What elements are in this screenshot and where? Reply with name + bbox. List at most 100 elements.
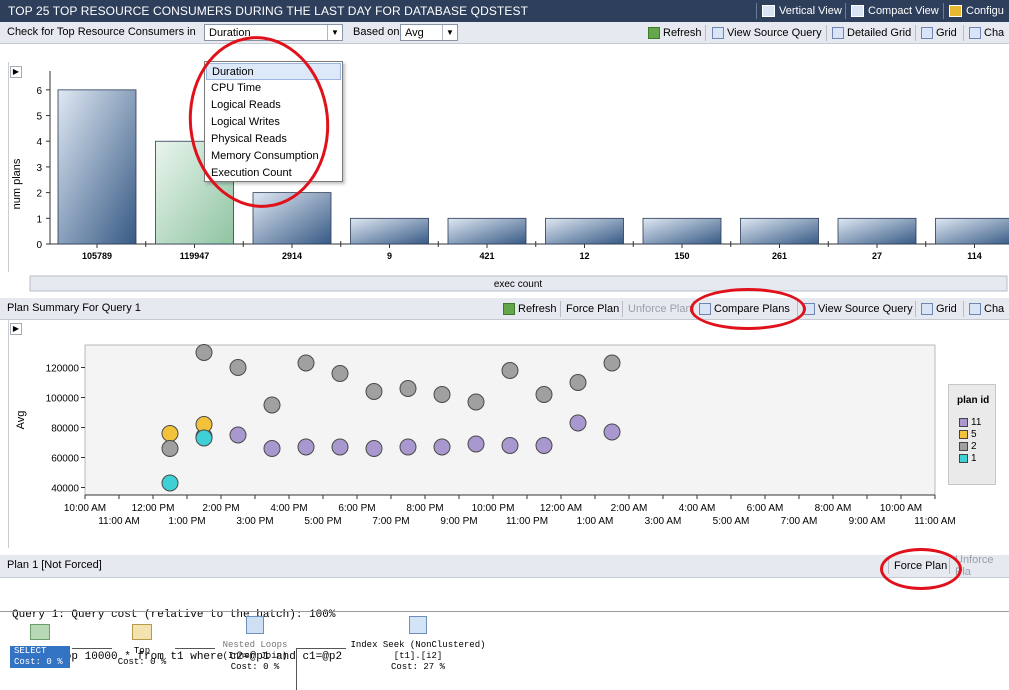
- detailed-grid-button[interactable]: Detailed Grid: [830, 24, 913, 42]
- plan-node-index-seek[interactable]: Index Seek (NonClustered) [t1].[i2] Cost…: [340, 616, 496, 673]
- plan-node-cost: Cost: 0 %: [10, 657, 70, 668]
- legend-item: 5: [959, 429, 977, 440]
- y-tick-label: 0: [36, 240, 42, 251]
- unforce-plan-button[interactable]: Unforce Plan: [626, 300, 694, 318]
- titlebar-separator: [943, 3, 944, 19]
- legend-swatch-1: [959, 454, 968, 463]
- x-tick-label: 2:00 PM: [202, 503, 239, 514]
- plan-node-top[interactable]: Top Cost: 0 %: [112, 624, 172, 668]
- point-plan-11: [365, 440, 383, 457]
- compact-view-label: Compact View: [868, 5, 939, 17]
- y-tick-label: 100000: [46, 394, 80, 405]
- nested-loops-icon: [246, 616, 264, 634]
- force-plan-button[interactable]: Force Plan: [564, 300, 621, 318]
- chart-button[interactable]: Cha: [967, 24, 1006, 42]
- toolbar-separator: [826, 25, 827, 41]
- x-tick-label: 1:00 PM: [168, 516, 205, 527]
- toolbar-separator: [705, 25, 706, 41]
- x-tick-label: 27: [872, 251, 882, 261]
- legend-label: 2: [971, 441, 977, 452]
- vertical-view-icon: [762, 5, 775, 17]
- point-plan-11: [297, 438, 315, 456]
- point-plan-2: [501, 362, 519, 379]
- x-tick-label: 9: [387, 251, 392, 261]
- point-plan-2: [569, 374, 587, 391]
- vertical-view-button[interactable]: Vertical View: [762, 3, 842, 19]
- unforce-plan-label: Unforce Plan: [628, 303, 692, 315]
- legend-swatch-2: [959, 442, 968, 451]
- point-plan-11: [229, 426, 247, 444]
- configure-icon: [949, 5, 962, 17]
- x-axis-label: exec count: [494, 279, 543, 290]
- grid-icon: [921, 303, 933, 315]
- bar: [837, 217, 917, 245]
- top-icon: [132, 624, 152, 640]
- bar: [935, 217, 1009, 245]
- grid-button[interactable]: Grid: [919, 24, 959, 42]
- x-tick-label: 10:00 PM: [472, 503, 515, 514]
- configure-button[interactable]: Configu: [949, 3, 1004, 19]
- top-consumers-toolbar: Check for Top Resource Consumers in Dura…: [0, 22, 1009, 44]
- point-plan-2: [195, 344, 213, 361]
- x-tick-label: 11:00 PM: [506, 516, 548, 527]
- x-tick-label: 261: [772, 251, 787, 261]
- y-tick-label: 2: [36, 189, 42, 200]
- x-tick-label: 8:00 AM: [815, 503, 852, 514]
- toolbar-separator: [963, 25, 964, 41]
- plan-chart-button[interactable]: Cha: [967, 300, 1006, 318]
- plan-refresh-button[interactable]: Refresh: [501, 300, 559, 318]
- x-tick-label: 12:00 PM: [132, 503, 175, 514]
- x-tick-label: 11:00 AM: [914, 516, 956, 527]
- point-plan-2: [263, 396, 281, 414]
- legend-swatch-11: [959, 418, 968, 427]
- chevron-down-icon[interactable]: ▼: [327, 25, 342, 40]
- toolbar-separator: [560, 301, 561, 317]
- view-source-query-button[interactable]: View Source Query: [710, 24, 824, 42]
- compact-view-button[interactable]: Compact View: [851, 3, 939, 19]
- titlebar-separator: [756, 3, 757, 19]
- point-plan-2: [603, 354, 621, 372]
- x-tick-label: 4:00 PM: [270, 503, 307, 514]
- plan-grid-label: Grid: [936, 303, 957, 315]
- force-plan-label: Force Plan: [566, 303, 620, 315]
- point-plan-2: [331, 365, 349, 382]
- point-plan-2: [161, 440, 179, 457]
- y-tick-label: 120000: [46, 364, 80, 375]
- chevron-down-icon[interactable]: ▼: [442, 25, 457, 40]
- plan-node-select[interactable]: SELECT Cost: 0 %: [10, 624, 70, 668]
- plan-chart-label: Cha: [984, 303, 1005, 315]
- refresh-button[interactable]: Refresh: [646, 24, 704, 42]
- point-plan-11: [263, 440, 281, 457]
- x-tick-label: 6:00 AM: [747, 503, 784, 514]
- plan-node-label: Index Seek (NonClustered): [350, 640, 486, 650]
- refresh-icon: [503, 303, 515, 315]
- plan-grid-button[interactable]: Grid: [919, 300, 959, 318]
- plan-summary-scatter-chart: Avg 40000 60000 80000 100000 120000 10:00 AM 12…: [15, 344, 956, 527]
- x-tick-label: 5:00 AM: [713, 516, 750, 527]
- bar: [350, 217, 429, 245]
- x-tick-label: 11:00 AM: [98, 516, 140, 527]
- plan-summary-title: Plan Summary For Query 1: [7, 302, 141, 314]
- plan-view-source-query-button[interactable]: View Source Query: [801, 300, 915, 318]
- x-tick-label: 150: [674, 251, 689, 261]
- point-plan-1: [195, 429, 213, 447]
- toolbar-separator: [915, 25, 916, 41]
- plan-node-label: Nested Loops: [222, 640, 288, 650]
- toolbar-separator: [915, 301, 916, 317]
- statistic-select[interactable]: Avg ▼: [400, 24, 458, 41]
- x-tick-label: 421: [479, 251, 494, 261]
- plan-summary-toolbar: Plan Summary For Query 1 Refresh Force P…: [0, 298, 1009, 320]
- x-tick-label: 12: [579, 251, 589, 261]
- plan-node-nested-loops[interactable]: Nested Loops (Inner Join) Cost: 0 %: [205, 616, 305, 673]
- plan-node-label: SELECT: [10, 646, 70, 657]
- statistic-select-value: Avg: [405, 27, 424, 39]
- point-plan-2: [535, 386, 553, 403]
- point-plan-2: [297, 354, 315, 372]
- top-consumers-bar-chart: num plans0123456105789 119947 2914 9 421 12 15…: [11, 71, 1009, 292]
- legend-title: plan id: [957, 395, 990, 406]
- legend-label: 11: [971, 417, 982, 428]
- plan-unforce-label: Unforce Pla: [955, 554, 994, 578]
- grid-label: Grid: [936, 27, 957, 39]
- x-tick-label: 9:00 AM: [849, 516, 886, 527]
- point-plan-1: [161, 474, 179, 492]
